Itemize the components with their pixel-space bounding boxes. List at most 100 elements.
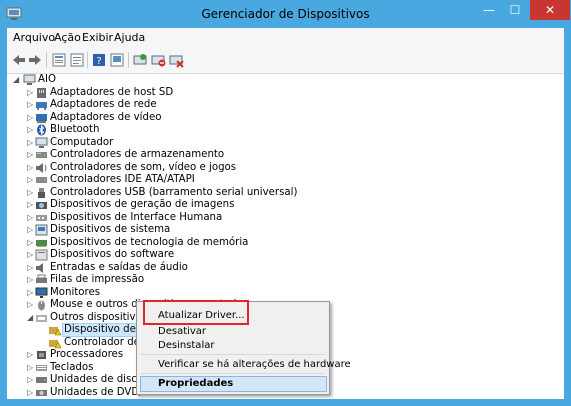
tree-item[interactable]: ▷ Monitores [7,287,337,300]
expand-arrow-icon[interactable]: ▷ [27,350,35,360]
tree-item[interactable]: ▷ Controladores de armazenamento [7,149,337,162]
expand-arrow-icon[interactable]: ▷ [27,175,35,185]
expand-arrow-icon[interactable]: ▷ [27,250,35,260]
tree-root[interactable]: ◢ AIO [7,74,337,87]
toolbar: ? [7,47,564,74]
tree-item[interactable]: ▷ Dispositivos de Interface Humana [7,212,337,225]
highlight-annotation-box [143,300,249,325]
sound-icon [36,162,47,173]
menu-scan-hardware[interactable]: Verificar se há alterações de hardware [158,359,351,370]
expand-arrow-icon[interactable]: ▷ [27,188,35,198]
expand-arrow-icon[interactable]: ▷ [27,225,35,235]
back-icon[interactable] [11,52,27,68]
maximize-button[interactable]: ☐ [502,0,528,20]
expand-arrow-icon[interactable]: ▷ [27,138,35,148]
disk-drive-icon [36,377,47,383]
title-bar: Gerenciador de Dispositivos — ☐ ✕ [0,0,571,28]
printer-icon [36,274,47,283]
minimize-button[interactable]: — [476,0,502,20]
scan-hardware-icon[interactable] [132,52,148,68]
expand-arrow-icon[interactable]: ▷ [27,388,35,398]
monitor-icon [35,287,48,298]
menu-uninstall[interactable]: Desinstalar [158,340,214,351]
menu-ajuda[interactable]: Ajuda [114,31,145,44]
bluetooth-icon [37,124,46,136]
memory-technology-icon [36,239,47,247]
expand-arrow-icon[interactable]: ▷ [27,213,35,223]
expand-arrow-icon[interactable]: ▷ [27,113,35,123]
expand-arrow-icon[interactable]: ▷ [27,363,35,373]
menu-separator [141,354,325,355]
other-devices-icon [36,314,47,322]
software-device-icon [35,249,48,261]
menu-separator [141,373,325,374]
menu-exibir[interactable]: Exibir [82,31,113,44]
forward-icon[interactable] [27,52,43,68]
toolbar-separator [87,52,88,68]
menu-acao[interactable]: Ação [54,31,81,44]
menu-arquivo[interactable]: Arquivo [13,31,55,44]
expand-arrow-icon[interactable]: ▷ [27,100,35,110]
tree-item[interactable]: ▷ Entradas e saídas de áudio [7,262,337,275]
expand-arrow-icon[interactable]: ▷ [27,238,35,248]
menu-properties[interactable]: Propriedades [158,378,233,389]
warning-device-icon [49,339,61,348]
expand-arrow-icon[interactable]: ▷ [27,125,35,135]
computer-icon [35,137,48,148]
tree-item[interactable]: ▷ Computador [7,137,337,150]
tree-item[interactable]: ▷ Dispositivos de tecnologia de memória [7,237,337,250]
tree-item[interactable]: ▷ Adaptadores de vídeo [7,112,337,125]
expand-arrow-icon[interactable]: ▷ [27,150,35,160]
expand-arrow-icon[interactable]: ▷ [27,375,35,385]
tree-item[interactable]: ▷ Controladores USB (barramento serial un… [7,187,337,200]
network-adapter-icon [36,102,47,110]
tree-item[interactable]: ▷ Controladores de som, vídeo e jogos [7,162,337,175]
help-icon[interactable]: ? [91,52,107,68]
system-devices-icon [35,224,48,236]
menu-bar: Arquivo Ação Exibir Ajuda [7,28,564,47]
uninstall-icon[interactable] [168,52,184,68]
usb-icon [38,187,45,198]
expand-arrow-icon[interactable]: ▷ [27,163,35,173]
device-manager-window: Gerenciador de Dispositivos — ☐ ✕ Arquiv… [0,0,571,406]
processor-icon [37,351,46,359]
tree-item[interactable]: ▷ Controladores IDE ATA/ATAPI [7,174,337,187]
properties-icon[interactable] [51,52,67,68]
close-button[interactable]: ✕ [530,0,570,20]
storage-controller-icon [36,152,47,158]
tree-root-label: AIO [38,74,56,85]
computer-icon [23,74,36,85]
expand-arrow-icon[interactable]: ▷ [27,288,35,298]
tree-item[interactable]: ▷ Adaptadores de host SD [7,87,337,100]
tree-item[interactable]: ▷ Adaptadores de rede [7,99,337,112]
mouse-icon [38,300,45,311]
details-icon[interactable] [69,52,85,68]
expand-arrow-icon[interactable]: ▷ [27,88,35,98]
disable-icon[interactable] [150,52,166,68]
tree-item[interactable]: ▷ Filas de impressão [7,274,337,287]
svg-text:?: ? [96,56,101,67]
audio-io-icon [36,262,43,273]
expand-arrow-icon[interactable]: ▷ [27,275,35,285]
keyboard-icon [36,364,47,371]
tree-item[interactable]: ▷ Dispositivos do software [7,249,337,262]
camera-icon [36,202,47,209]
warning-device-icon [49,327,61,336]
hid-icon [36,214,47,221]
tree-item[interactable]: ▷ Bluetooth [7,124,337,137]
menu-disable[interactable]: Desativar [158,326,206,337]
expand-arrow-icon[interactable]: ▷ [27,300,35,310]
sd-card-icon [37,87,46,98]
expand-arrow-icon[interactable]: ▷ [27,200,35,210]
update-driver-icon[interactable] [109,52,125,68]
collapse-arrow-icon[interactable]: ◢ [13,75,21,85]
display-adapter-icon [36,113,47,123]
toolbar-separator [46,52,47,68]
expand-arrow-icon[interactable]: ▷ [27,263,35,273]
ide-controller-icon [36,177,47,183]
tree-item[interactable]: ▷ Dispositivos de geração de imagens [7,199,337,212]
collapse-arrow-icon[interactable]: ◢ [27,313,35,323]
toolbar-separator [128,52,129,68]
tree-item[interactable]: ▷ Dispositivos de sistema [7,224,337,237]
dvd-drive-icon [36,389,47,396]
